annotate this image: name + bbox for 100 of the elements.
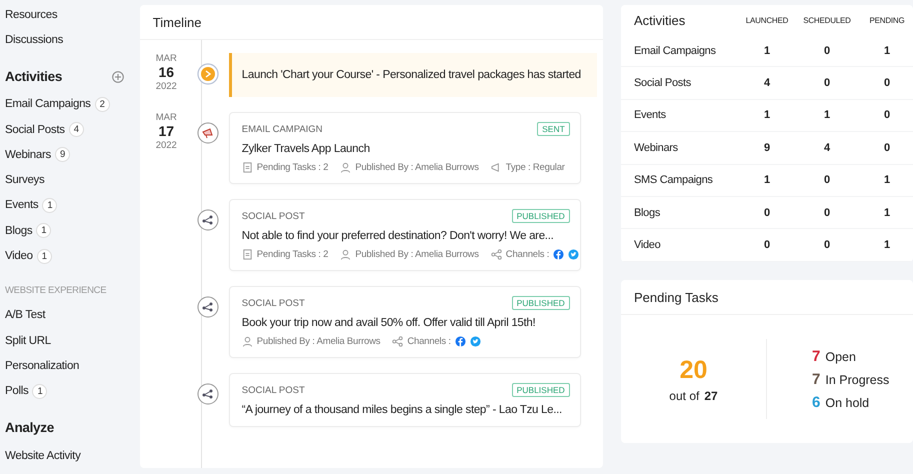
sidebar-item[interactable]: Resources [5, 2, 140, 28]
date-month: MAR [156, 112, 177, 123]
table-cell-text: Social Posts [634, 77, 692, 90]
table-cell-text: 0 [822, 44, 832, 57]
status-count: 6 [812, 394, 820, 410]
sidebar-item[interactable]: Social Posts [5, 124, 65, 136]
twitter-icon[interactable] [470, 336, 481, 347]
sidebar-item[interactable]: Polls [5, 385, 28, 398]
count-badge: 1 [42, 198, 58, 213]
status-badge: PUBLISHED [512, 296, 570, 310]
status-badge: SENT [537, 122, 570, 136]
count-badge: 1 [36, 223, 52, 238]
activity-title: “A journey of a thousand miles begins a single step” - Lao Tzu Le... [242, 404, 563, 416]
status-count: 7 [812, 348, 820, 364]
sidebar-item[interactable]: Website Activity [5, 442, 140, 468]
sidebar-item[interactable]: Events [5, 199, 38, 212]
section-heading: WEBSITE EXPERIENCE [5, 285, 106, 296]
table-cell-text: 4 [822, 142, 832, 154]
column-header: PENDING [868, 16, 906, 24]
status-badge: PUBLISHED [512, 383, 570, 397]
date-year: 2022 [156, 81, 177, 92]
meta-text: Pending Tasks : 2 [256, 249, 328, 260]
share-icon [197, 209, 220, 231]
share-icon [490, 249, 502, 260]
date-day: 17 [158, 123, 174, 140]
section-heading: Analyze [5, 420, 54, 436]
status-badge: PUBLISHED [512, 209, 570, 223]
activity-title: Not able to find your preferred destination? Don't worry! We are... [242, 230, 554, 242]
status-label: In Progress [825, 372, 890, 386]
activity-card[interactable]: SOCIAL POST PUBLISHED “A journey of a thousand miles begins a single step” - Lao Tzu Le... [228, 373, 581, 427]
document-icon [242, 249, 253, 260]
panel-title: Timeline [140, 5, 603, 40]
user-icon [340, 249, 352, 260]
share-icon [197, 383, 220, 405]
pending-count: 20 [680, 355, 708, 385]
total-label: out of [669, 389, 700, 403]
meta-text: Channels : [506, 249, 550, 260]
count-badge: 9 [54, 147, 70, 162]
activity-title: Book your trip now and avail 50% off. Offer valid till April 15th! [242, 317, 536, 329]
panel-title: Pending Tasks [621, 280, 913, 315]
date-year: 2022 [156, 140, 177, 151]
date-day: 16 [158, 64, 174, 81]
table-cell-text: 1 [882, 44, 892, 57]
facebook-icon[interactable] [553, 249, 564, 260]
sidebar-item[interactable]: Split URL [5, 328, 140, 354]
table-cell-text: 0 [822, 174, 832, 186]
table-cell-text: 1 [882, 174, 892, 186]
activity-card[interactable]: SOCIAL POST PUBLISHED Book your trip now and avail 50% off. Offer valid till April 15th! Published By : Amelia Burrows Channels : [228, 286, 581, 358]
status-label: Open [825, 350, 856, 364]
table-cell-text: Blogs [634, 206, 662, 219]
table-cell-text: 1 [882, 206, 892, 219]
table-cell-text: 0 [882, 142, 892, 154]
table-cell-text: 1 [762, 44, 772, 57]
count-badge: 1 [36, 248, 52, 264]
column-header: SCHEDULED [802, 16, 852, 24]
count-badge: 4 [68, 122, 84, 138]
table-cell-text: 0 [822, 77, 832, 90]
table-cell-text: Email Campaigns [634, 44, 717, 57]
status-label: On hold [825, 396, 870, 410]
activity-type: EMAIL CAMPAIGN [242, 124, 323, 134]
activity-type: SOCIAL POST [242, 298, 305, 308]
table-cell-text: 1 [822, 109, 832, 122]
launch-banner: Launch 'Chart your Course' - Personalized travel packages has started [228, 53, 597, 97]
table-cell-text: 0 [882, 109, 892, 122]
activity-title: Zylker Travels App Launch [242, 143, 371, 155]
sidebar-item[interactable]: Discussions [5, 27, 140, 53]
total-count: 27 [704, 389, 718, 403]
sidebar-item[interactable]: Surveys [5, 167, 140, 193]
sidebar-item[interactable]: A/B Test [5, 302, 140, 328]
table-cell-text: 4 [762, 77, 772, 90]
meta-text: Published By : Amelia Burrows [256, 336, 380, 347]
meta-text: Channels : [407, 336, 451, 347]
sidebar-item[interactable]: Email Campaigns [5, 98, 91, 110]
user-icon [242, 336, 253, 347]
table-cell-text: 0 [822, 239, 832, 252]
table-cell-text: Webinars [634, 142, 679, 154]
table-cell-text: 0 [822, 206, 832, 219]
activity-card[interactable]: SOCIAL POST PUBLISHED Not able to find your preferred destination? Don't worry! We are... Pending Tasks : 2 Published By : Amelia Burrows Channels : [228, 199, 581, 271]
document-icon [242, 162, 253, 173]
activity-card[interactable]: EMAIL CAMPAIGN SENT Zylker Travels App Launch Pending Tasks : 2 Published By : Amelia Burrows Type : Regular [228, 112, 581, 184]
sidebar-item[interactable]: Blogs [5, 224, 32, 237]
table-cell-text: SMS Campaigns [634, 174, 714, 186]
sidebar-item[interactable]: Personalization [5, 353, 140, 379]
launch-icon [197, 63, 220, 85]
table-cell-text: 1 [762, 109, 772, 122]
meta-text: Published By : Amelia Burrows [355, 249, 479, 260]
facebook-icon[interactable] [454, 336, 466, 347]
add-icon[interactable] [112, 70, 124, 83]
sidebar-item[interactable]: Webinars [5, 148, 51, 161]
table-cell-text: Video [634, 239, 662, 252]
sidebar-item[interactable]: Video [5, 250, 33, 262]
user-icon [340, 162, 352, 173]
table-cell-text: 9 [762, 142, 772, 154]
activity-type: SOCIAL POST [242, 210, 305, 222]
table-cell-text: 0 [762, 239, 772, 252]
twitter-icon[interactable] [568, 249, 580, 260]
share-icon [392, 336, 404, 347]
section-heading: Activities [5, 69, 62, 84]
table-cell-text: 0 [762, 206, 772, 219]
table-cell-text: 1 [882, 239, 892, 252]
